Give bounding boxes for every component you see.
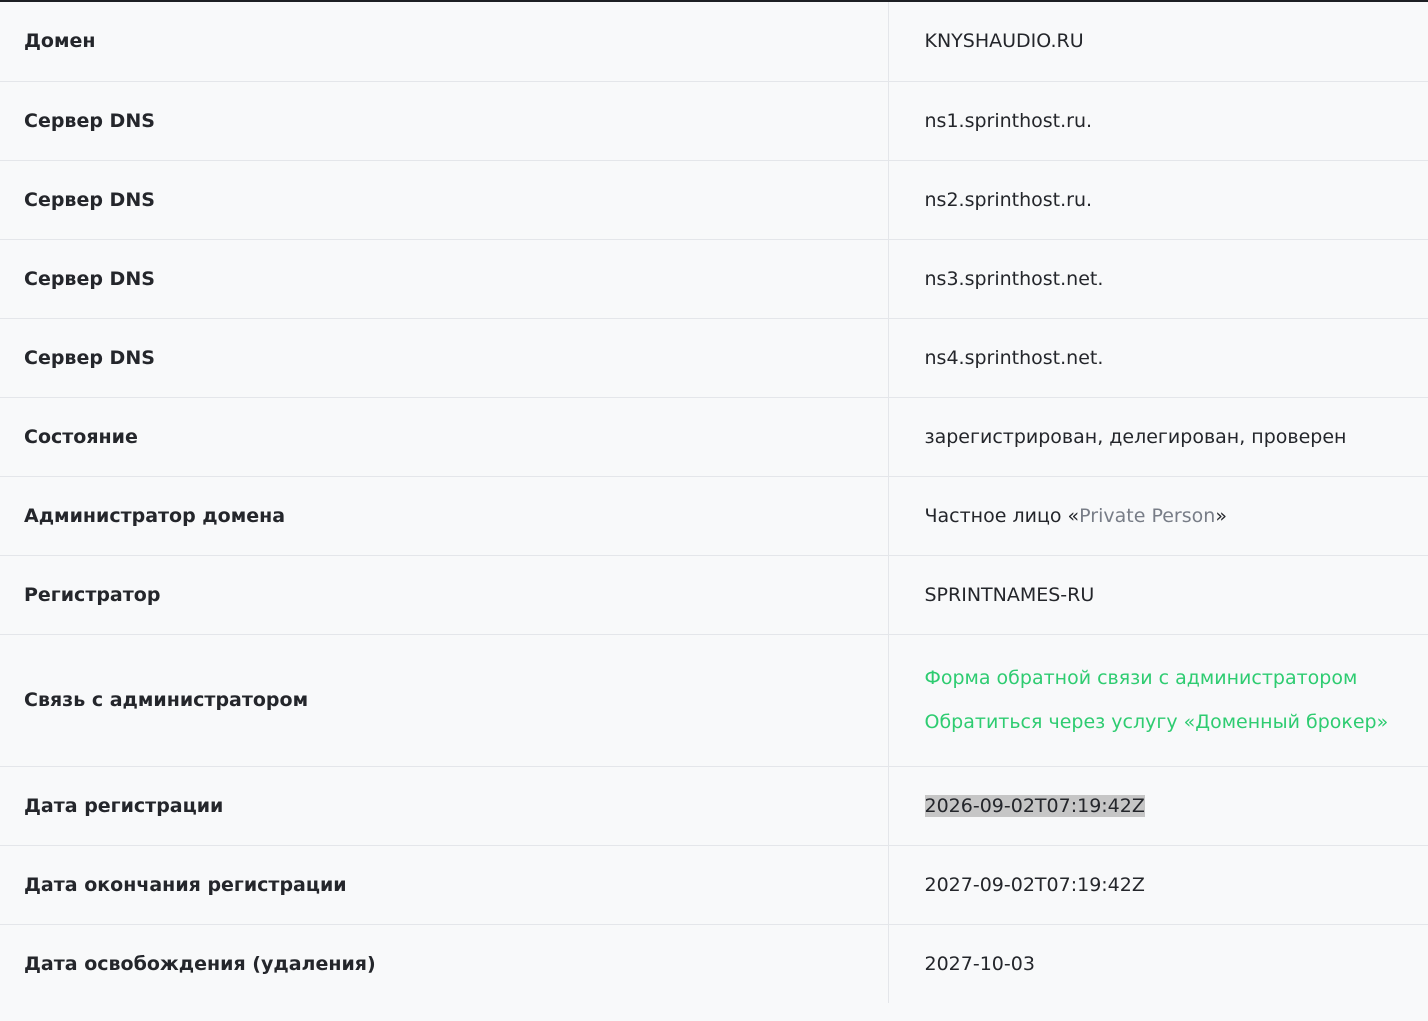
row-dns-2: Сервер DNS ns2.sprinthost.ru.	[0, 160, 1428, 239]
row-label-admin: Администратор домена	[24, 504, 286, 527]
row-contact: Связь с администратором Форма обратной с…	[0, 634, 1428, 766]
row-label-domain: Домен	[24, 30, 96, 53]
row-dns-1: Сервер DNS ns1.sprinthost.ru.	[0, 81, 1428, 160]
row-label-expires: Дата окончания регистрации	[24, 873, 347, 896]
contact-links: Форма обратной связи с администратором О…	[887, 634, 1428, 766]
domain-broker-link[interactable]: Обратиться через услугу «Доменный брокер…	[925, 710, 1428, 734]
admin-value: Частное лицо «Private Person»	[887, 476, 1428, 555]
row-label-state: Состояние	[24, 425, 138, 448]
row-label-dns: Сервер DNS	[24, 109, 155, 132]
admin-name: Private Person	[1079, 504, 1216, 527]
state-value: зарегистрирован, делегирован, проверен	[887, 397, 1428, 476]
row-dns-4: Сервер DNS ns4.sprinthost.net.	[0, 318, 1428, 397]
dns-server-value: ns1.sprinthost.ru.	[887, 81, 1428, 160]
created-date-selected: 2026-09-02T07:19:42Z	[924, 794, 1145, 817]
row-registrar: Регистратор SPRINTNAMES-RU	[0, 555, 1428, 634]
admin-suffix: »	[1215, 504, 1227, 527]
row-admin: Администратор домена Частное лицо «Priva…	[0, 476, 1428, 555]
admin-prefix: Частное лицо «	[924, 504, 1080, 527]
row-label-dns: Сервер DNS	[24, 188, 155, 211]
registrar-value: SPRINTNAMES-RU	[887, 555, 1428, 634]
dns-server-value: ns2.sprinthost.ru.	[887, 160, 1428, 239]
free-date-value: 2027-10-03	[887, 924, 1428, 1003]
row-created: Дата регистрации 2026-09-02T07:19:42Z	[0, 766, 1428, 845]
row-label-registrar: Регистратор	[24, 583, 161, 606]
created-value: 2026-09-02T07:19:42Z	[887, 766, 1428, 845]
row-free: Дата освобождения (удаления) 2027-10-03	[0, 924, 1428, 1003]
row-state: Состояние зарегистрирован, делегирован, …	[0, 397, 1428, 476]
whois-table: Домен KNYSHAUDIO.RU Сервер DNS ns1.sprin…	[0, 2, 1428, 1003]
row-dns-3: Сервер DNS ns3.sprinthost.net.	[0, 239, 1428, 318]
row-label-dns: Сервер DNS	[24, 346, 155, 369]
row-domain: Домен KNYSHAUDIO.RU	[0, 2, 1428, 81]
dns-server-value: ns4.sprinthost.net.	[887, 318, 1428, 397]
feedback-form-link[interactable]: Форма обратной связи с администратором	[925, 666, 1428, 690]
row-label-contact: Связь с администратором	[24, 689, 309, 711]
row-label-created: Дата регистрации	[24, 794, 224, 817]
domain-name-value: KNYSHAUDIO.RU	[887, 2, 1428, 81]
dns-server-value: ns3.sprinthost.net.	[887, 239, 1428, 318]
row-expires: Дата окончания регистрации 2027-09-02T07…	[0, 845, 1428, 924]
row-label-dns: Сервер DNS	[24, 267, 155, 290]
row-label-free: Дата освобождения (удаления)	[24, 952, 376, 975]
expires-value: 2027-09-02T07:19:42Z	[887, 845, 1428, 924]
